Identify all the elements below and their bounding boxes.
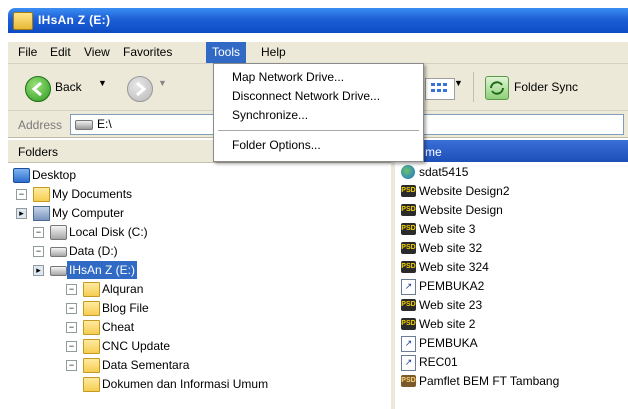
shortcut-file-icon: ↗	[401, 336, 416, 352]
psd-file-icon: PSD	[401, 299, 416, 311]
folder-sync-button[interactable]: Folder Sync	[514, 80, 578, 94]
menu-item-map-network-drive[interactable]: Map Network Drive...	[232, 70, 344, 84]
disk-icon	[50, 266, 67, 276]
psd-file-icon: PSD	[401, 261, 416, 273]
folder-icon	[83, 301, 100, 316]
collapse-icon[interactable]: −	[66, 303, 77, 314]
disk-icon	[50, 247, 67, 257]
folders-pane-title: Folders	[18, 145, 59, 159]
shortcut-file-icon: ↗	[401, 279, 416, 295]
tree-item-cnc-update[interactable]: − CNC Update	[66, 337, 306, 355]
expand-icon[interactable]: ▸	[16, 208, 27, 219]
psd-file-icon: PSD	[401, 223, 416, 235]
psd-file-icon: PSD	[401, 318, 416, 330]
menu-edit[interactable]: Edit	[44, 42, 77, 63]
menu-item-disconnect-network-drive[interactable]: Disconnect Network Drive...	[232, 89, 380, 103]
globe-icon	[401, 165, 415, 179]
name-column-header[interactable]: me	[395, 140, 628, 163]
tools-menu: Map Network Drive... Disconnect Network …	[213, 63, 424, 162]
forward-arrow-icon[interactable]	[127, 76, 153, 102]
tree-item-ihsan-z-e[interactable]: ▸ IHsAn Z (E:)	[33, 261, 233, 279]
desktop-icon	[13, 168, 30, 183]
collapse-icon[interactable]: −	[66, 322, 77, 333]
image-file-icon: PSD	[401, 375, 416, 387]
address-value: E:\	[97, 117, 112, 131]
collapse-icon[interactable]: −	[33, 227, 44, 238]
folder-icon	[83, 320, 100, 335]
psd-file-icon: PSD	[401, 242, 416, 254]
toolbar-separator	[473, 72, 474, 102]
folder-icon	[83, 358, 100, 373]
drive-icon	[75, 118, 96, 131]
window-title: IHsAn Z (E:)	[38, 13, 111, 27]
psd-file-icon: PSD	[401, 204, 416, 216]
menu-view[interactable]: View	[78, 42, 116, 63]
file-list: sdat5415 PSD Website Design2 PSD Website…	[395, 162, 628, 409]
views-icon[interactable]	[425, 78, 455, 100]
folder-icon	[83, 339, 100, 354]
tree-item-local-disk-c[interactable]: − Local Disk (C:)	[33, 223, 233, 241]
collapse-icon[interactable]: −	[66, 341, 77, 352]
folder-icon	[83, 377, 100, 392]
menu-file[interactable]: File	[12, 42, 43, 63]
folder-icon	[33, 187, 50, 202]
tree-item-dokumen-dan-informasi-umum[interactable]: Dokumen dan Informasi Umum	[66, 375, 326, 393]
collapse-icon[interactable]: −	[66, 360, 77, 371]
tree-item-data-sementara[interactable]: − Data Sementara	[66, 356, 306, 374]
psd-file-icon: PSD	[401, 185, 416, 197]
tree-item-my-documents[interactable]: − My Documents	[16, 185, 216, 203]
tree-item-desktop[interactable]: Desktop	[13, 166, 213, 184]
menu-bar: File Edit View Favorites Tools Help	[8, 42, 628, 64]
collapse-icon[interactable]: −	[66, 284, 77, 295]
expand-icon[interactable]: ▸	[33, 265, 44, 276]
menu-item-folder-options[interactable]: Folder Options...	[232, 138, 321, 152]
back-dropdown-icon[interactable]: ▼	[98, 78, 107, 88]
computer-icon	[33, 206, 50, 221]
collapse-icon[interactable]: −	[16, 189, 27, 200]
views-dropdown-icon[interactable]: ▼	[454, 78, 463, 88]
collapse-icon[interactable]: −	[33, 246, 44, 257]
address-label: Address	[18, 118, 63, 132]
title-bar[interactable]: IHsAn Z (E:)	[8, 8, 628, 33]
menu-separator	[218, 130, 419, 131]
forward-dropdown-icon[interactable]: ▼	[158, 78, 167, 88]
disk-icon	[50, 225, 67, 240]
folder-sync-icon[interactable]	[485, 76, 509, 100]
folder-tree: Desktop − My Documents ▸ My Computer − L…	[8, 166, 391, 409]
tree-item-data-d[interactable]: − Data (D:)	[33, 242, 233, 260]
folder-window-icon	[13, 12, 33, 30]
folder-icon	[83, 282, 100, 297]
column-header-label: me	[425, 145, 442, 159]
back-arrow-icon[interactable]	[25, 76, 51, 102]
back-button[interactable]: Back	[55, 80, 82, 94]
tree-item-blog-file[interactable]: − Blog File	[66, 299, 306, 317]
menu-item-synchronize[interactable]: Synchronize...	[232, 108, 308, 122]
menu-tools[interactable]: Tools	[206, 42, 247, 63]
tree-item-my-computer[interactable]: ▸ My Computer	[16, 204, 216, 222]
menu-help[interactable]: Help	[255, 42, 292, 63]
shortcut-file-icon: ↗	[401, 355, 416, 371]
menu-favorites[interactable]: Favorites	[117, 42, 178, 63]
tree-item-cheat[interactable]: − Cheat	[66, 318, 306, 336]
tree-item-alquran[interactable]: − Alquran	[66, 280, 306, 298]
